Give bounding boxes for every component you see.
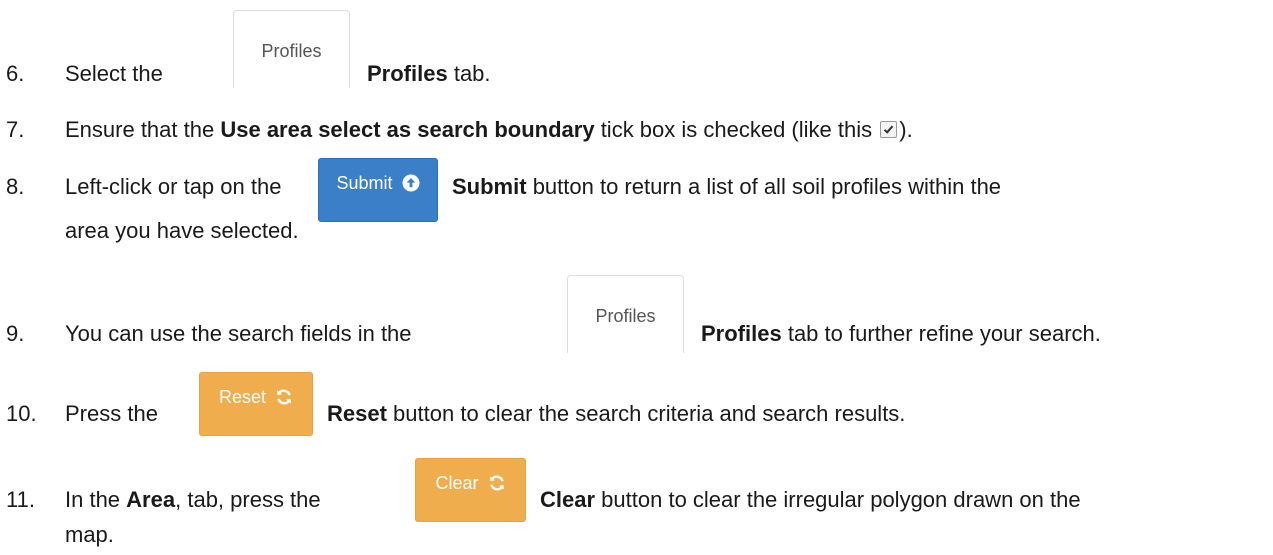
clear-button-label: Clear: [435, 473, 479, 493]
step-8-continuation: area you have selected.: [65, 218, 299, 243]
step-text: tab to further refine your search.: [787, 321, 1101, 346]
step-text: Left-click or tap on the: [65, 174, 282, 199]
reset-button-image: Reset: [199, 372, 313, 436]
step-bold-text: Submit: [452, 174, 527, 199]
step-bold-text: Area: [126, 487, 176, 512]
profiles-tab-image: Profiles: [567, 275, 684, 353]
step-number: 9.: [6, 321, 25, 346]
step-number: 8.: [6, 174, 25, 199]
step-text: You can use the search fields in the: [65, 321, 412, 346]
step-text: In the: [65, 487, 121, 512]
step-text: tab.: [453, 61, 491, 86]
refresh-icon: [277, 389, 292, 405]
step-text: ).: [899, 117, 913, 142]
submit-button-image: Submit: [318, 158, 438, 222]
step-11-continuation: map.: [65, 522, 114, 547]
checked-checkbox-icon: [880, 121, 898, 138]
profiles-tab-label: Profiles: [595, 306, 656, 326]
step-text: button to clear the search criteria and …: [393, 401, 906, 426]
step-bold-text: Profiles: [701, 321, 782, 346]
reset-button-label: Reset: [218, 387, 266, 407]
step-text: button to clear the irregular polygon dr…: [601, 487, 1081, 512]
step-text: tab, press the: [187, 487, 321, 512]
clear-button-image: Clear: [415, 458, 526, 522]
step-bold-text: Reset: [327, 401, 387, 426]
step-text: Ensure that the: [65, 117, 215, 142]
arrow-up-circle-icon: [402, 174, 420, 192]
step-bold-text: Profiles: [367, 61, 448, 86]
step-number: 6.: [6, 61, 25, 86]
step-text: button to return a list of all soil prof…: [532, 174, 1002, 199]
step-text: Press the: [65, 401, 158, 426]
step-number: 10.: [6, 401, 37, 426]
step-text: tick box is checked (like this: [600, 117, 873, 142]
profiles-tab-label: Profiles: [261, 41, 322, 61]
step-number: 7.: [6, 117, 25, 142]
step-bold-text: Use area select as search boundary: [220, 117, 595, 142]
step-bold-text: Clear: [540, 487, 596, 512]
profiles-tab-image: Profiles: [233, 10, 350, 88]
step-text: Select the: [65, 61, 163, 86]
submit-button-label: Submit: [336, 173, 393, 193]
step-number: 11.: [6, 487, 35, 512]
refresh-icon: [489, 475, 504, 491]
